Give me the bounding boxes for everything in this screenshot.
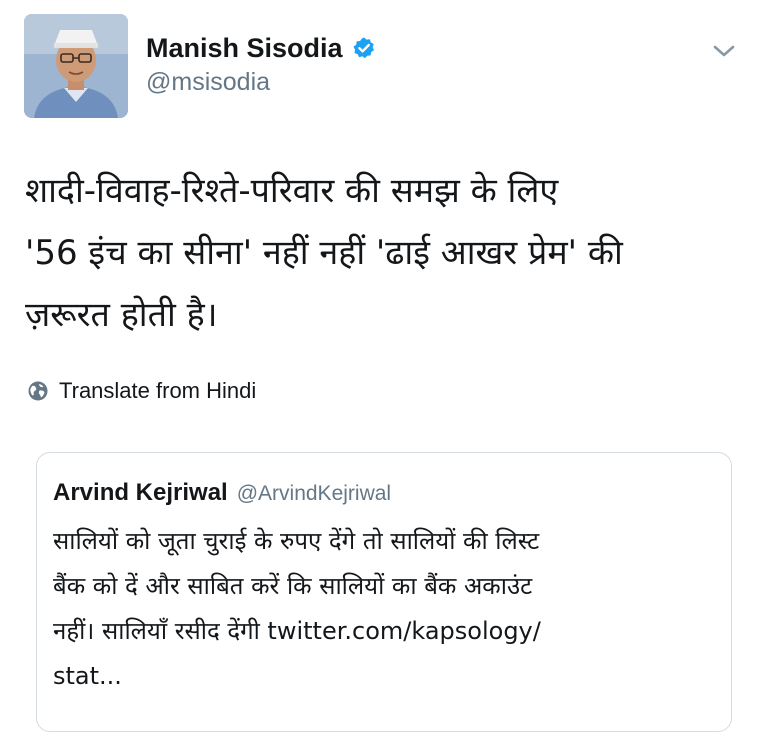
quoted-text-line: stat...: [53, 662, 122, 690]
quoted-text-line: नहीं। सालियाँ रसीद देंगी twitter.com/kap…: [53, 617, 541, 645]
tweet-text-line: ज़रूरत होती है।: [25, 295, 218, 335]
quoted-tweet-header: Arvind Kejriwal @ArvindKejriwal: [53, 479, 391, 507]
avatar[interactable]: [24, 14, 128, 118]
tweet: Manish Sisodia @msisodia शादी-विवाह-रिश्…: [0, 0, 759, 732]
translate-label: Translate from Hindi: [59, 378, 257, 403]
quoted-author-name: Arvind Kejriwal: [53, 479, 228, 506]
quoted-author-handle: @ArvindKejriwal: [236, 482, 392, 505]
translate-link[interactable]: Translate from Hindi: [27, 376, 256, 406]
globe-icon: [27, 380, 49, 402]
chevron-down-icon[interactable]: [709, 40, 739, 62]
author-name[interactable]: Manish Sisodia: [146, 33, 343, 64]
quoted-tweet-text: सालियों को जूता चुराई के रुपए देंगे तो स…: [53, 519, 713, 699]
author-handle[interactable]: @msisodia: [146, 68, 666, 97]
author-name-row: Manish Sisodia: [146, 30, 666, 66]
tweet-text: शादी-विवाह-रिश्ते-परिवार की समझ के लिए '…: [25, 160, 735, 346]
tweet-author: Manish Sisodia @msisodia: [146, 30, 666, 97]
avatar-image: [24, 14, 128, 118]
verified-badge-icon: [352, 36, 376, 60]
quoted-text-line: बैंक को दें और साबित करें कि सालियों का …: [53, 572, 533, 600]
quoted-tweet-card[interactable]: Arvind Kejriwal @ArvindKejriwal सालियों …: [36, 452, 732, 732]
tweet-text-line: '56 इंच का सीना' नहीं नहीं 'ढाई आखर प्रे…: [25, 233, 623, 273]
tweet-text-line: शादी-विवाह-रिश्ते-परिवार की समझ के लिए: [25, 171, 559, 211]
quoted-text-line: सालियों को जूता चुराई के रुपए देंगे तो स…: [53, 527, 540, 555]
